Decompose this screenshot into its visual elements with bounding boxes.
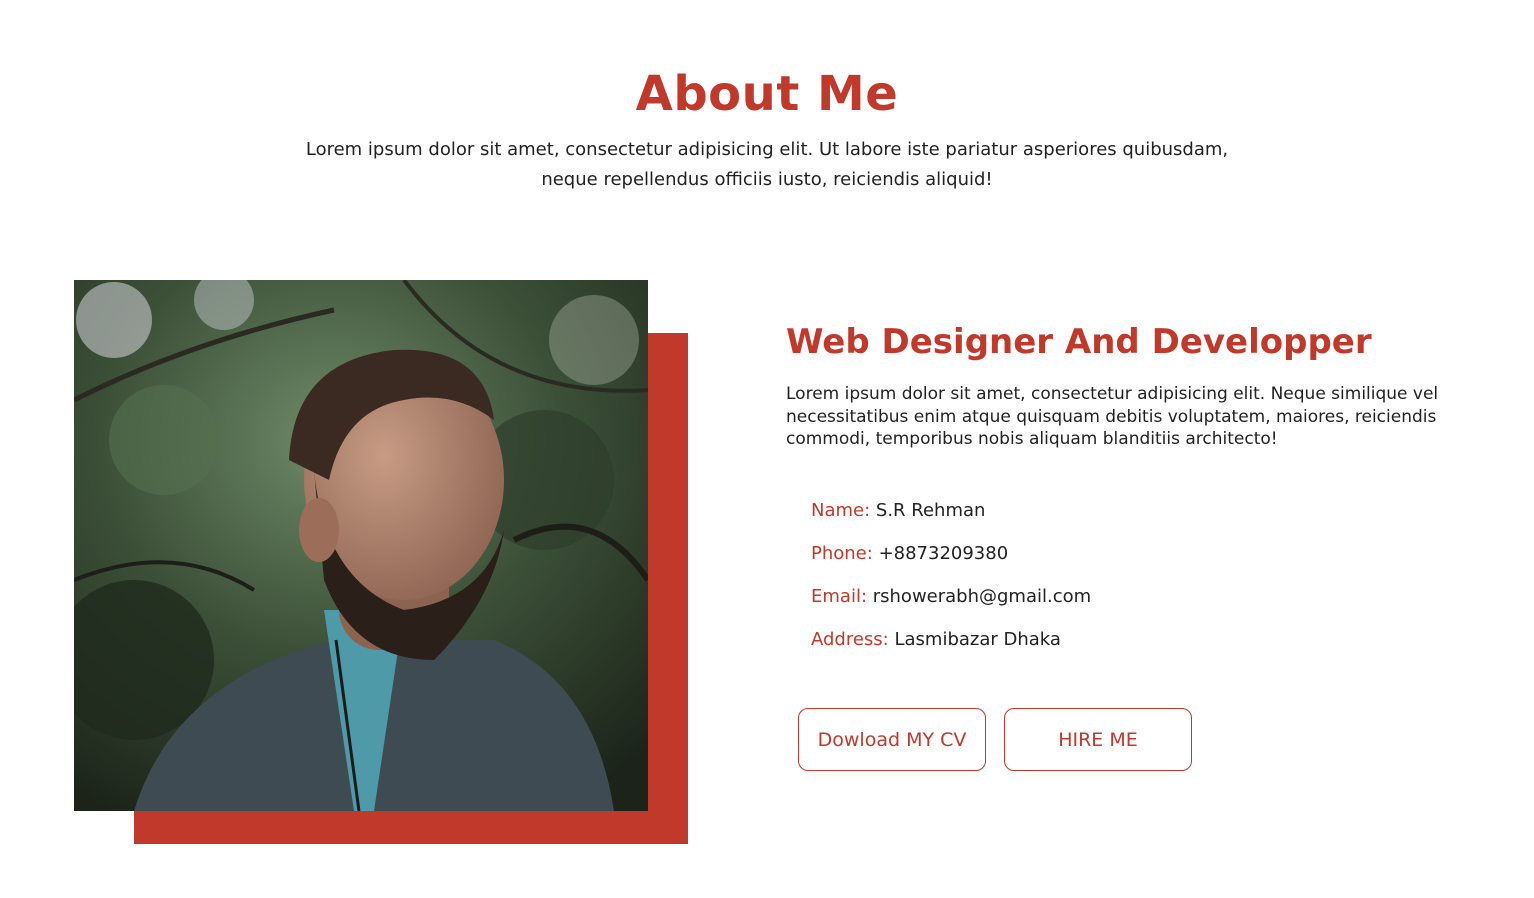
info-value: rshowerabh@gmail.com [872,586,1092,607]
info-email: Email: rshowerabh@gmail.com [811,584,1091,627]
info-phone: Phone: +8873209380 [811,541,1091,584]
info-value: S.R Rehman [875,500,986,521]
info-address: Address: Lasmibazar Dhaka [811,627,1091,670]
section-intro: Lorem ipsum dolor sit amet, consectetur … [305,139,1229,190]
about-section: About Me Lorem ipsum dolor sit amet, con… [0,0,1534,898]
role-title: Web Designer And Developper [786,322,1372,362]
info-value: +8873209380 [878,543,1009,564]
info-label: Address: [811,629,889,650]
section-title: About Me [635,66,899,122]
contact-info-list: Name: S.R Rehman Phone: +8873209380 Emai… [811,498,1091,670]
info-value: Lasmibazar Dhaka [894,629,1061,650]
download-cv-button[interactable]: Dowload MY CV [798,708,986,771]
info-name: Name: S.R Rehman [811,498,1091,541]
info-label: Email: [811,586,868,607]
role-description: Lorem ipsum dolor sit amet, consectetur … [786,384,1439,449]
info-label: Name: [811,500,871,521]
info-label: Phone: [811,543,873,564]
profile-photo [74,280,648,811]
hire-me-button[interactable]: HIRE ME [1004,708,1192,771]
